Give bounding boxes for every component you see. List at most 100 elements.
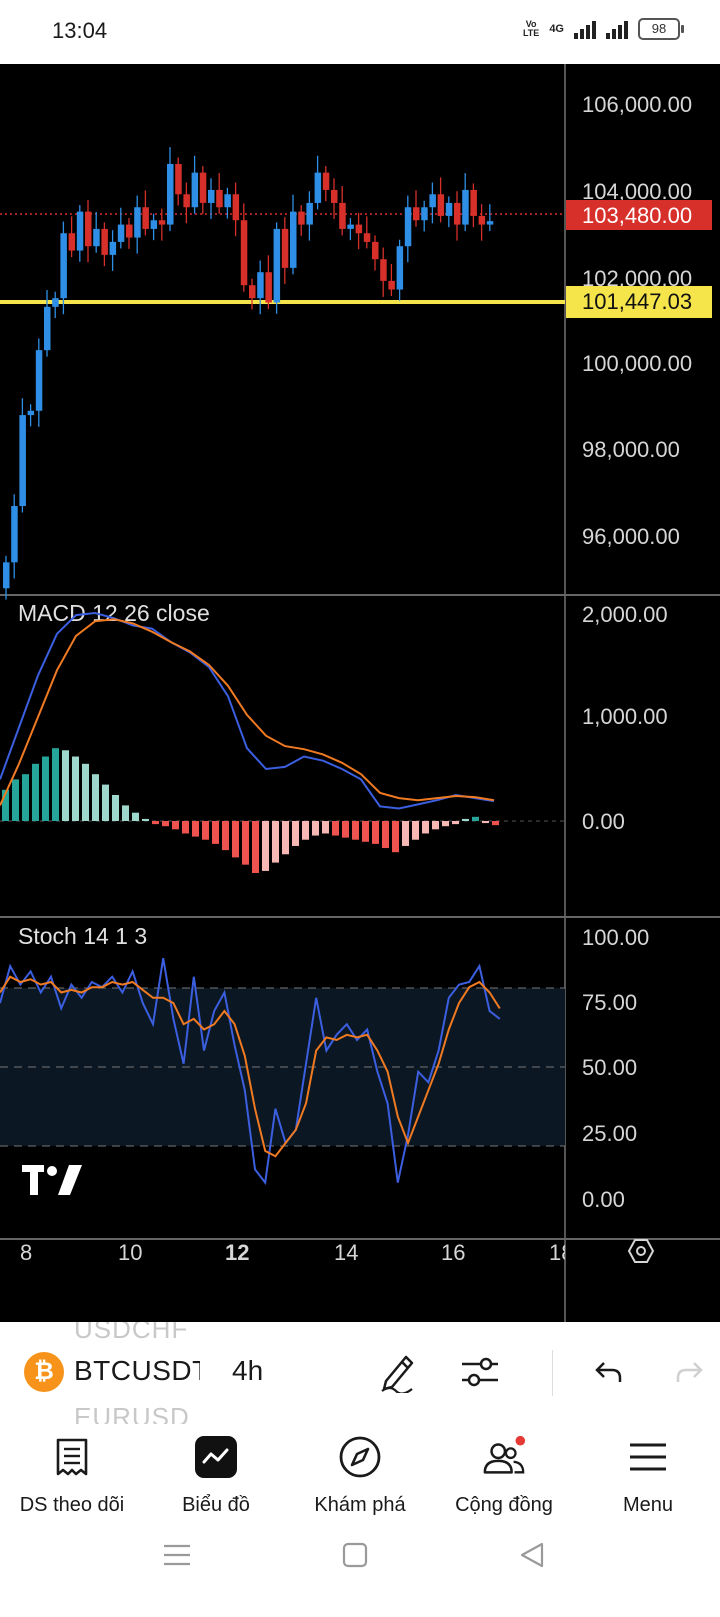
- macd-histogram-bar: [102, 784, 109, 821]
- chart-icon: [193, 1434, 239, 1480]
- recent-apps-icon[interactable]: [164, 1544, 190, 1566]
- candle-body: [101, 228, 108, 255]
- candle-body: [167, 163, 174, 225]
- macd-histogram-bar: [32, 763, 39, 821]
- time-tick: 10: [118, 1240, 142, 1265]
- candle-body: [126, 224, 133, 238]
- stoch-axis-tick: 50.00: [582, 1055, 637, 1080]
- symbol-ghost-bottom-clip: EURUSD: [0, 1402, 200, 1424]
- stoch-axis-tick: 0.00: [582, 1187, 625, 1212]
- candle-body: [93, 228, 100, 247]
- undo-button[interactable]: [580, 1344, 636, 1400]
- nav-item-community[interactable]: Cộng đồng: [432, 1424, 576, 1530]
- undo-icon: [595, 1362, 622, 1382]
- macd-histogram-bar: [42, 756, 49, 821]
- candle-body: [363, 233, 371, 242]
- candle-body: [19, 415, 26, 507]
- interval-button[interactable]: 4h: [232, 1355, 263, 1387]
- macd-histogram-bar: [192, 821, 199, 837]
- time-tick-clip: 18: [549, 1240, 565, 1265]
- status-bar: 13:04 Vo LTE 4G 98: [0, 0, 720, 64]
- indicators-button[interactable]: [452, 1344, 508, 1400]
- macd-histogram-bar: [372, 821, 379, 844]
- status-icons: Vo LTE 4G 98: [522, 18, 684, 40]
- nav-item-menu[interactable]: Menu: [576, 1424, 720, 1530]
- candle-body: [470, 189, 477, 216]
- back-icon[interactable]: [520, 1542, 544, 1568]
- macd-histogram-bar: [252, 821, 259, 873]
- candle-body: [273, 228, 281, 303]
- redo-button[interactable]: [670, 1344, 710, 1400]
- symbol-ghost-above: USDCHF: [74, 1322, 189, 1344]
- candle-body: [372, 241, 379, 260]
- macd-histogram-bar: [292, 821, 299, 846]
- volte-icon: Vo LTE: [522, 19, 540, 38]
- candle-body: [68, 233, 76, 251]
- tradingview-logo: [22, 1165, 82, 1195]
- price-tick: 106,000.00: [582, 92, 692, 117]
- pencil-icon: [381, 1355, 414, 1393]
- stoch-label[interactable]: Stoch 14 1 3: [18, 923, 147, 949]
- candle-body: [478, 215, 486, 225]
- stoch-axis-tick: 100.00: [582, 925, 649, 950]
- sliders-icon: [462, 1357, 498, 1387]
- chart-area[interactable]: 106,000.00 104,000.00 102,000.00 100,000…: [0, 64, 720, 1322]
- macd-histogram-bar: [172, 821, 179, 830]
- candle-body: [404, 207, 412, 247]
- nav-item-watchlist[interactable]: DS theo dõi: [0, 1424, 144, 1530]
- current-price-label: 103,480.00: [582, 203, 692, 228]
- chart-canvas[interactable]: 106,000.00 104,000.00 102,000.00 100,000…: [0, 64, 720, 1322]
- macd-histogram-bar: [272, 821, 279, 863]
- macd-histogram-bar: [232, 821, 239, 858]
- macd-histogram-bar: [392, 821, 399, 853]
- candle-body: [257, 272, 264, 299]
- time-tick: 8: [20, 1240, 32, 1265]
- price-tick: 100,000.00: [582, 351, 692, 376]
- chart-settings-icon[interactable]: [627, 1239, 655, 1263]
- candle-body: [109, 241, 117, 255]
- candle-body: [290, 211, 297, 268]
- candle-body: [3, 562, 10, 589]
- candle-body: [437, 194, 445, 216]
- stoch-axis-tick: 25.00: [582, 1121, 637, 1146]
- symbol-ghost-top-clip: USDCHF: [0, 1322, 200, 1344]
- candle-body: [216, 189, 223, 208]
- candle-body: [117, 224, 125, 242]
- macd-histogram-bar: [282, 821, 289, 855]
- candle-body: [44, 306, 51, 351]
- macd-histogram-bar: [332, 821, 339, 836]
- candle-body: [191, 172, 199, 208]
- price-tick: 96,000.00: [582, 524, 680, 549]
- macd-histogram-bar: [302, 821, 309, 840]
- macd-histogram-bar: [142, 818, 149, 821]
- battery-icon: 98: [638, 18, 684, 40]
- macd-histogram-bar: [132, 812, 139, 821]
- stoch-axis-tick: 75.00: [582, 990, 637, 1015]
- macd-histogram-bar: [92, 774, 99, 821]
- candle-body: [27, 410, 35, 416]
- nav-item-chart[interactable]: Biểu đồ: [144, 1424, 288, 1530]
- macd-histogram: [2, 748, 499, 873]
- macd-histogram-bar: [382, 821, 389, 849]
- time-tick: 16: [441, 1240, 465, 1265]
- candle-body: [76, 211, 84, 251]
- candle-body: [413, 207, 420, 221]
- candle-body: [314, 172, 322, 203]
- candle-body: [150, 220, 158, 229]
- drawing-tools-button[interactable]: [370, 1344, 426, 1400]
- macd-histogram-bar: [352, 821, 359, 840]
- candle-body: [486, 221, 494, 225]
- symbol-toolbar: USDCHF ₿ BTCUSDT EURUSD 4h: [0, 1322, 720, 1425]
- candle-body: [208, 189, 215, 203]
- macd-histogram-bar: [242, 821, 249, 865]
- home-icon[interactable]: [342, 1542, 368, 1568]
- macd-label[interactable]: MACD 12 26 close: [18, 600, 210, 626]
- macd-histogram-bar: [62, 750, 69, 821]
- symbol-button[interactable]: BTCUSDT: [74, 1355, 200, 1387]
- macd-histogram-bar: [72, 756, 79, 821]
- candlestick-series: [3, 147, 494, 600]
- macd-histogram-bar: [152, 821, 159, 825]
- nav-label: DS theo dõi: [19, 1494, 125, 1516]
- candle-body: [52, 298, 59, 307]
- nav-item-explore[interactable]: Khám phá: [288, 1424, 432, 1530]
